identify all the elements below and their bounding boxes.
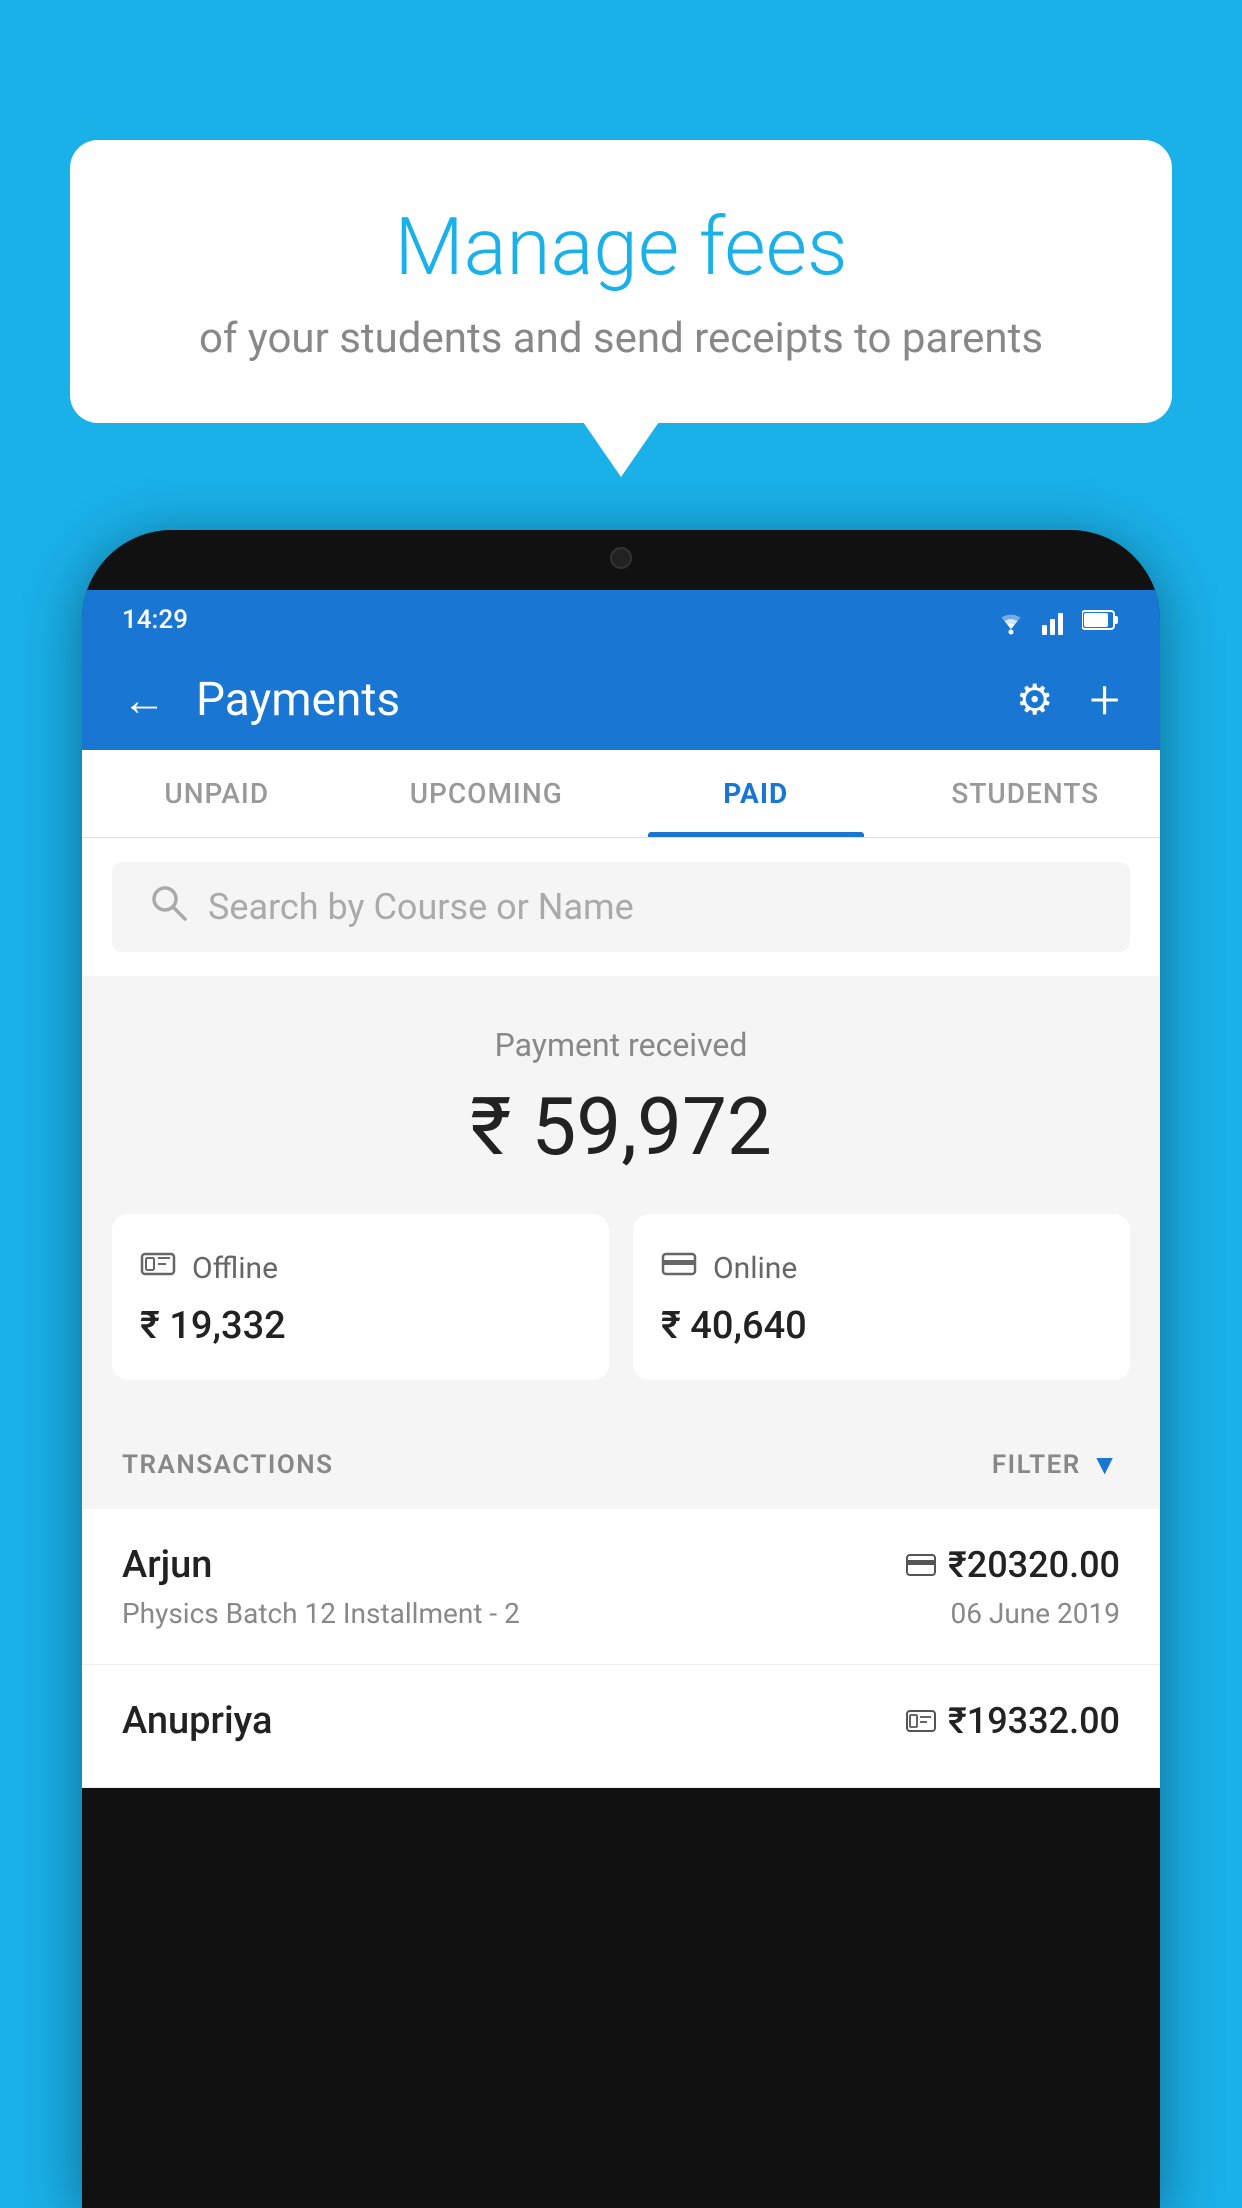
bubble-subtitle: of your students and send receipts to pa… (130, 314, 1112, 363)
transaction-date: 06 June 2019 (950, 1597, 1120, 1630)
phone-top-bar (82, 530, 1160, 590)
status-bar: 14:29 (82, 590, 1160, 650)
payment-cards: Offline ₹ 19,332 (112, 1214, 1130, 1380)
search-container: Search by Course or Name (82, 838, 1160, 976)
battery-icon (1082, 608, 1120, 632)
speech-bubble-container: Manage fees of your students and send re… (70, 140, 1172, 423)
header-icons: ⚙ + (1016, 669, 1120, 732)
app-header: ← Payments ⚙ + (82, 650, 1160, 750)
search-placeholder: Search by Course or Name (208, 886, 634, 928)
transaction-bottom: Physics Batch 12 Installment - 2 06 June… (122, 1597, 1120, 1630)
search-bar[interactable]: Search by Course or Name (112, 862, 1130, 952)
online-payment-card: Online ₹ 40,640 (633, 1214, 1130, 1380)
tab-bar: UNPAID UPCOMING PAID STUDENTS (82, 750, 1160, 838)
tab-paid[interactable]: PAID (621, 750, 891, 837)
payment-summary: Payment received ₹ 59,972 (82, 976, 1160, 1420)
signal-icon (1042, 605, 1070, 635)
transactions-label: TRANSACTIONS (122, 1450, 334, 1480)
table-row[interactable]: Anupriya ₹19332.00 (82, 1665, 1160, 1788)
search-icon (148, 882, 188, 933)
online-amount: ₹ 40,640 (661, 1304, 1102, 1348)
card-icon (661, 1246, 697, 1290)
transaction-course: Physics Batch 12 Installment - 2 (122, 1597, 520, 1630)
speech-bubble: Manage fees of your students and send re… (70, 140, 1172, 423)
phone-camera (610, 547, 632, 569)
transaction-top: Anupriya ₹19332.00 (122, 1699, 1120, 1743)
settings-button[interactable]: ⚙ (1016, 675, 1054, 725)
tab-students[interactable]: STUDENTS (891, 750, 1161, 837)
cash-icon (140, 1246, 176, 1290)
back-button[interactable]: ← (122, 674, 166, 726)
tab-upcoming[interactable]: UPCOMING (352, 750, 622, 837)
phone-notch (521, 530, 721, 585)
online-label: Online (713, 1251, 797, 1286)
card-payment-icon (906, 1553, 936, 1577)
payment-total-amount: ₹ 59,972 (112, 1080, 1130, 1174)
transactions-header: TRANSACTIONS FILTER ▼ (82, 1420, 1160, 1509)
offline-amount: ₹ 19,332 (140, 1304, 581, 1348)
transaction-name: Arjun (122, 1543, 212, 1587)
payment-received-label: Payment received (112, 1026, 1130, 1064)
add-button[interactable]: + (1089, 669, 1120, 732)
filter-icon: ▼ (1091, 1448, 1120, 1481)
transaction-name: Anupriya (122, 1699, 272, 1743)
phone-frame: 14:29 (82, 530, 1160, 2208)
offline-payment-card: Offline ₹ 19,332 (112, 1214, 609, 1380)
transaction-amount: ₹20320.00 (906, 1544, 1120, 1586)
online-card-header: Online (661, 1246, 1102, 1290)
table-row[interactable]: Arjun ₹20320.00 Physics Batch 12 Install… (82, 1509, 1160, 1665)
offline-card-header: Offline (140, 1246, 581, 1290)
bubble-title: Manage fees (130, 200, 1112, 294)
main-content: Search by Course or Name Payment receive… (82, 838, 1160, 1788)
wifi-icon (992, 605, 1030, 635)
status-time: 14:29 (122, 605, 188, 635)
tab-unpaid[interactable]: UNPAID (82, 750, 352, 837)
transaction-top: Arjun ₹20320.00 (122, 1543, 1120, 1587)
status-icons (992, 605, 1120, 635)
cash-payment-icon (906, 1709, 936, 1733)
filter-button[interactable]: FILTER ▼ (992, 1448, 1120, 1481)
header-title: Payments (196, 673, 986, 727)
transaction-amount: ₹19332.00 (906, 1700, 1120, 1742)
offline-label: Offline (192, 1251, 278, 1286)
